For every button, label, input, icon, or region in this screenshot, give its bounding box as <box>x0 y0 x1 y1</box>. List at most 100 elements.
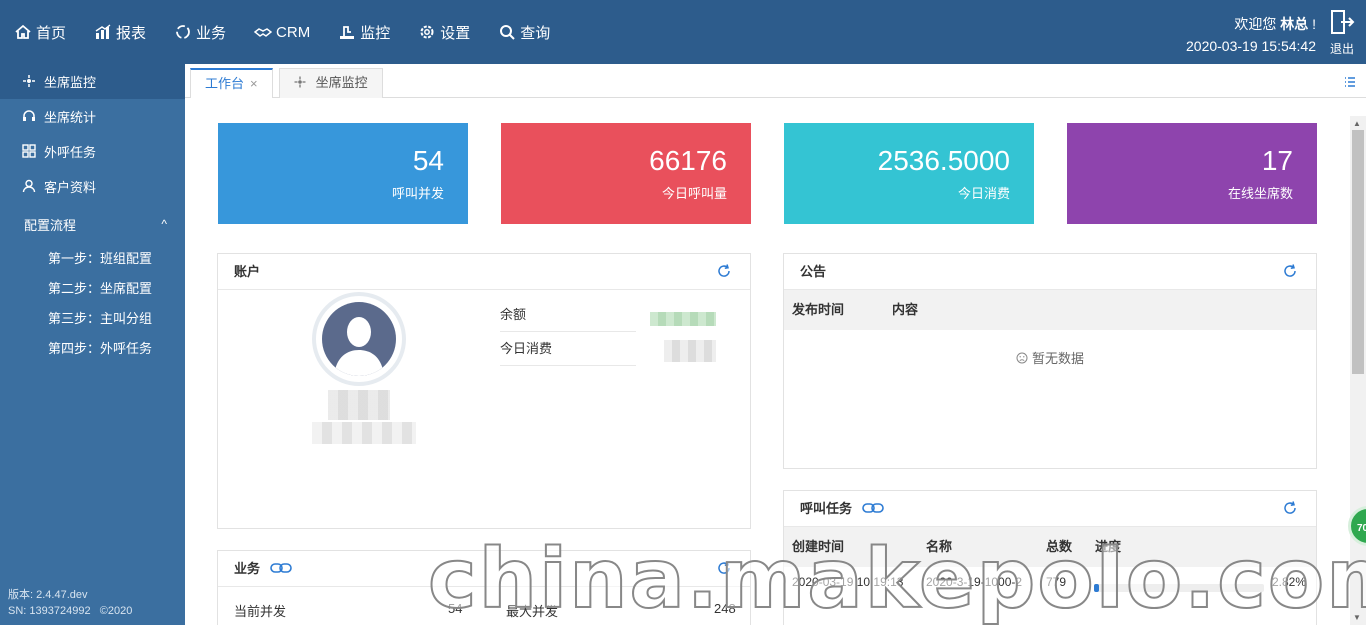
panel-header: 业务 <box>218 551 750 587</box>
cell-name: 2020-3-19-1000-2 <box>926 575 1023 589</box>
stat-card-today-calls: 66176 今日呼叫量 <box>501 123 751 224</box>
tab-agent-monitor[interactable]: 坐席监控 <box>279 68 383 98</box>
panel-header: 账户 <box>218 254 750 290</box>
col-name: 名称 <box>926 539 953 554</box>
stat-value: 17 <box>1261 145 1293 176</box>
panel-header: 呼叫任务 <box>784 491 1316 527</box>
nav-report-label: 报表 <box>116 24 147 42</box>
cycle-icon <box>174 23 192 41</box>
sidebar-item-label: 坐席监控 <box>44 75 97 90</box>
gear-icon <box>418 23 436 41</box>
sidebar-subitem-step4[interactable]: 第四步：外呼任务 <box>0 334 185 364</box>
welcome-suffix: ! <box>1312 16 1316 32</box>
panel-title: 呼叫任务 <box>800 501 853 516</box>
nav-business[interactable]: 业务 <box>174 22 226 43</box>
sidebar-item-agent-monitor[interactable]: 坐席监控 <box>0 64 185 99</box>
today-cost-label: 今日消费 <box>500 332 636 366</box>
refresh-icon[interactable] <box>1282 500 1298 516</box>
nav-settings[interactable]: 设置 <box>418 22 470 43</box>
sidebar-subitem-step2[interactable]: 第二步：坐席配置 <box>0 274 185 304</box>
blurred-balance <box>650 312 716 326</box>
panel-title: 账户 <box>234 264 261 279</box>
nav-query-label: 查询 <box>520 24 551 42</box>
tab-workbench[interactable]: 工作台 × <box>190 68 273 99</box>
account-panel: 账户 余额 今日消费 <box>217 253 751 529</box>
panel-title: 公告 <box>800 264 827 279</box>
tab-label: 工作台 <box>205 76 245 91</box>
nav-monitor-label: 监控 <box>360 24 391 42</box>
close-icon[interactable]: × <box>250 76 258 91</box>
nav-monitor[interactable]: 监控 <box>338 22 390 43</box>
nav-settings-label: 设置 <box>440 24 471 42</box>
sidebar-item-customer-data[interactable]: 客户资料 <box>0 169 185 204</box>
cell-total: 779 <box>1046 575 1067 589</box>
current-concurrency-value: 54 <box>448 601 463 616</box>
progress-fill <box>1094 584 1099 592</box>
sidebar-group-config-flow[interactable]: 配置流程 ^ <box>0 204 185 244</box>
balance-label: 余额 <box>500 298 636 332</box>
nav-report[interactable]: 报表 <box>94 22 146 43</box>
link-icon[interactable] <box>861 502 884 514</box>
grid-icon <box>22 143 38 160</box>
empty-state: 暂无数据 <box>784 348 1316 367</box>
stat-value: 54 <box>412 145 444 176</box>
sidebar-item-label: 坐席统计 <box>44 110 97 125</box>
stat-card-concurrency: 54 呼叫并发 <box>218 123 468 224</box>
welcome-text: 欢迎您 林总 ! <box>1234 14 1316 34</box>
stat-label: 在线坐席数 <box>1227 186 1293 201</box>
nav-home[interactable]: 首页 <box>14 22 66 43</box>
refresh-icon[interactable] <box>1282 263 1298 279</box>
max-concurrency-label: 最大并发 <box>506 604 559 619</box>
stat-label: 呼叫并发 <box>391 186 444 201</box>
scrollbar[interactable]: ▲ ▼ <box>1350 116 1366 625</box>
logout-button[interactable]: 退出 <box>1324 8 1360 57</box>
copyright-text: ©2020 <box>99 605 133 617</box>
sidebar-item-outbound-task[interactable]: 外呼任务 <box>0 134 185 169</box>
current-datetime: 2020-03-19 15:54:42 <box>1186 38 1316 54</box>
panel-title: 业务 <box>234 561 261 576</box>
user-icon <box>22 179 38 195</box>
sidebar: 坐席监控 坐席统计 外呼任务 客户资料 配置流程 ^ 第一步：班组配置 第二步：… <box>0 64 185 625</box>
avatar-image <box>322 302 396 376</box>
business-panel: 业务 当前并发 54 最大并发 248 <box>217 550 751 625</box>
link-icon[interactable] <box>269 562 292 574</box>
headset-icon <box>22 109 38 125</box>
table-row[interactable]: 2020-03-19 10:19:13 2020-3-19-1000-2 779… <box>784 567 1317 597</box>
call-task-panel: 呼叫任务 创建时间 名称 总数 进度 2020-03-19 10:19:13 2… <box>783 490 1317 625</box>
sidebar-item-label: 外呼任务 <box>44 145 97 160</box>
tab-label: 坐席监控 <box>315 75 368 90</box>
col-created-time: 创建时间 <box>792 539 845 554</box>
sidebar-subitem-step1[interactable]: 第一步：班组配置 <box>0 244 185 274</box>
logout-label: 退出 <box>1329 42 1354 56</box>
nav-business-label: 业务 <box>196 24 227 42</box>
sidebar-item-agent-stats[interactable]: 坐席统计 <box>0 99 185 134</box>
scroll-down-icon[interactable]: ▼ <box>1353 613 1361 622</box>
monitor-icon <box>338 23 356 41</box>
top-bar: 首页 报表 业务 CRM 监控 设置 查询 欢迎您 林总 ! 2020-03-1… <box>0 0 1366 64</box>
user-name: 林总 <box>1280 16 1309 32</box>
search-icon <box>498 23 516 41</box>
cell-progress-text: 2.82% <box>1272 575 1307 589</box>
sidebar-subitem-step3[interactable]: 第三步：主叫分组 <box>0 304 185 334</box>
refresh-icon[interactable] <box>716 560 732 576</box>
home-icon <box>14 23 32 41</box>
logout-icon <box>1331 10 1355 34</box>
nav-query[interactable]: 查询 <box>498 22 550 43</box>
tab-menu-icon[interactable] <box>1344 76 1356 88</box>
agent-monitor-icon <box>22 74 38 90</box>
sn-text: SN: 1393724992 <box>8 605 91 617</box>
blurred-cost <box>664 340 716 362</box>
col-total: 总数 <box>1046 539 1073 554</box>
stat-value: 66176 <box>649 145 727 176</box>
panel-header: 公告 <box>784 254 1316 290</box>
handshake-icon <box>254 23 273 41</box>
avatar <box>312 292 406 386</box>
refresh-icon[interactable] <box>716 263 732 279</box>
scrollbar-thumb[interactable] <box>1352 130 1364 374</box>
col-content: 内容 <box>892 302 919 317</box>
nav-crm-label: CRM <box>276 23 311 41</box>
scroll-up-icon[interactable]: ▲ <box>1353 119 1361 128</box>
nav-crm[interactable]: CRM <box>254 23 310 41</box>
stat-label: 今日呼叫量 <box>661 186 727 201</box>
version-info: 版本: 2.4.47.dev SN: 1393724992 ©2020 <box>8 587 132 619</box>
